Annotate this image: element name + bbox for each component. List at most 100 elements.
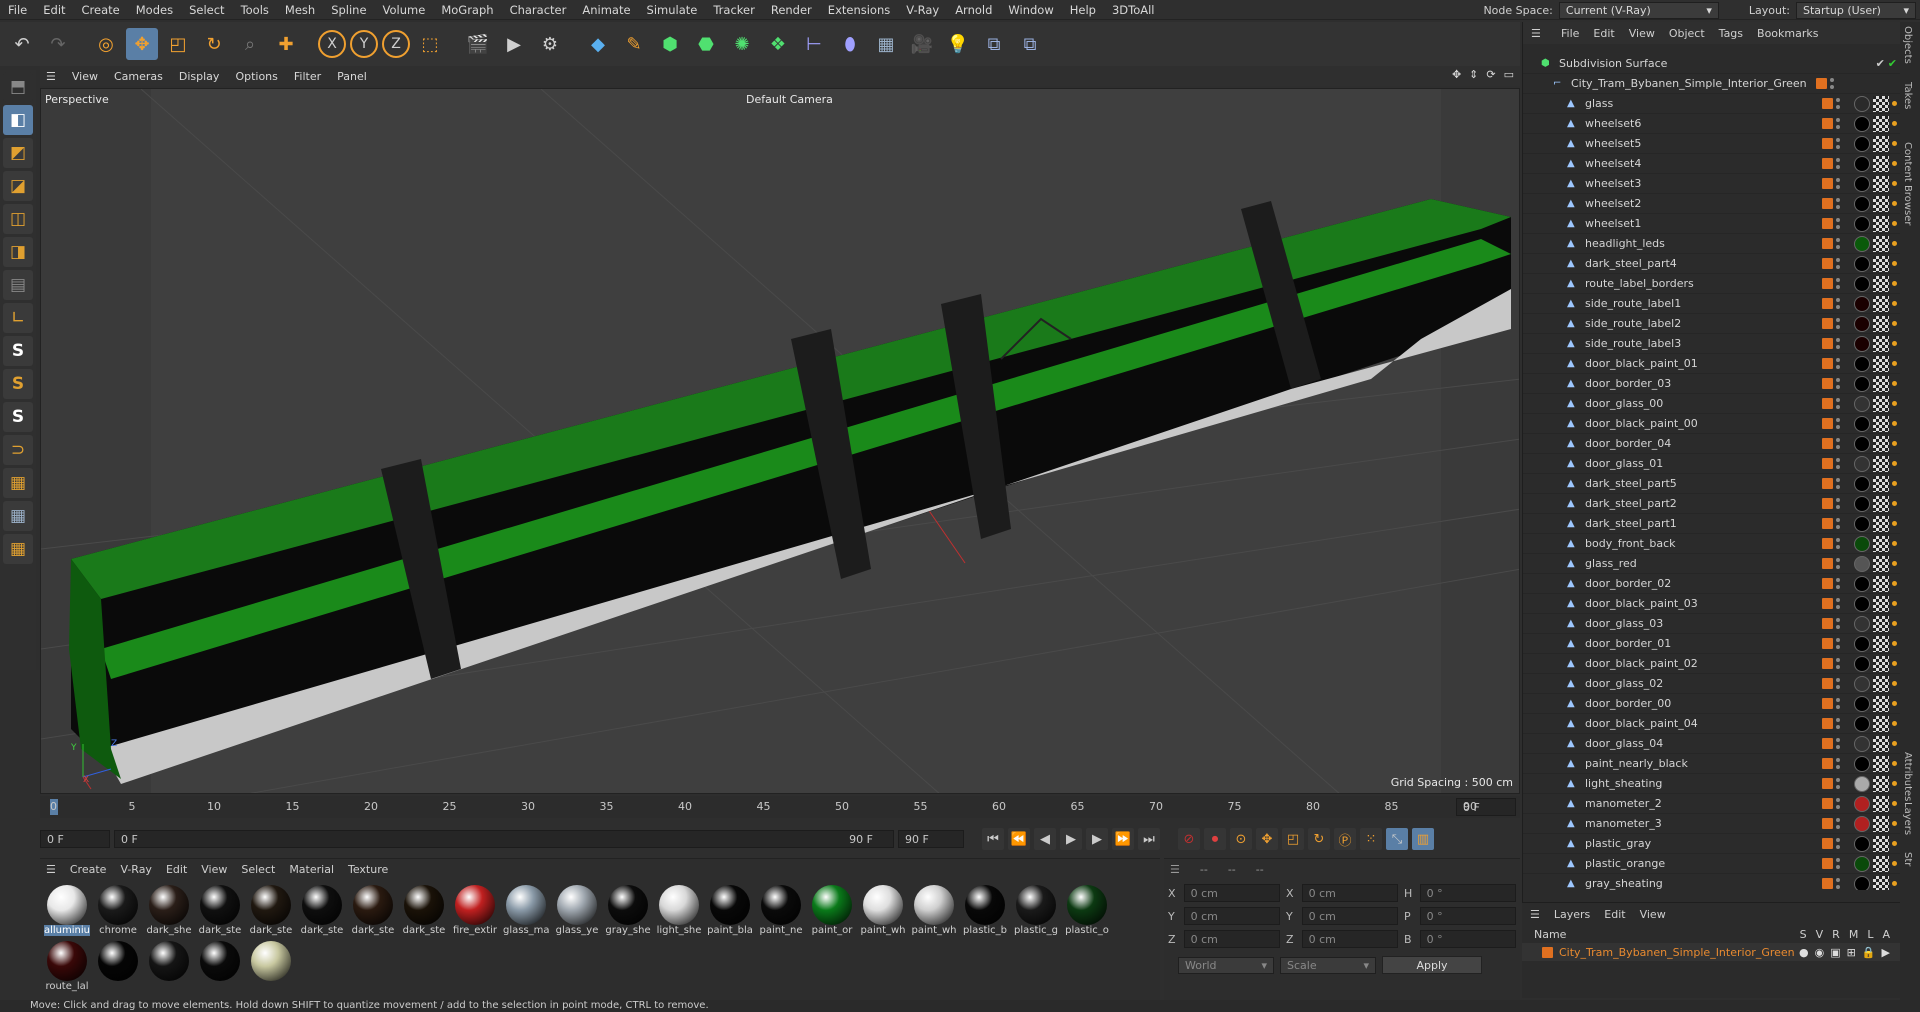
- camera-icon[interactable]: 🎥: [906, 28, 938, 60]
- menu-item-arnold[interactable]: Arnold: [947, 3, 1000, 17]
- material-tag-icon[interactable]: [1854, 715, 1870, 732]
- uvw-tag-icon[interactable]: [1873, 175, 1889, 192]
- key-scale-icon[interactable]: ◰: [1282, 828, 1304, 850]
- uvw-tag-icon[interactable]: [1873, 555, 1889, 572]
- object-row[interactable]: ▲ dark_steel_part5: [1523, 474, 1901, 494]
- menu-item-help[interactable]: Help: [1062, 3, 1104, 17]
- menu-item-file[interactable]: File: [0, 3, 35, 17]
- menu-item-vray[interactable]: V-Ray: [898, 3, 947, 17]
- visible-icon[interactable]: ◉: [1815, 946, 1825, 959]
- material-tag-icon[interactable]: [1854, 595, 1870, 612]
- layer-color[interactable]: [1822, 498, 1833, 509]
- visibility-dots[interactable]: [1836, 777, 1840, 791]
- material-swatch[interactable]: paint_or: [809, 885, 855, 936]
- visibility-dots[interactable]: [1836, 637, 1840, 651]
- uvw-tag-icon[interactable]: [1873, 215, 1889, 232]
- material-tag-icon[interactable]: [1854, 695, 1870, 712]
- object-row[interactable]: ▲ side_route_label2: [1523, 314, 1901, 334]
- phong-tag-icon[interactable]: [1892, 841, 1897, 846]
- object-menu-view[interactable]: View: [1629, 27, 1655, 40]
- phong-tag-icon[interactable]: [1892, 621, 1897, 626]
- menu-item-animate[interactable]: Animate: [574, 3, 638, 17]
- phong-tag-icon[interactable]: [1892, 781, 1897, 786]
- material-tag-icon[interactable]: [1854, 775, 1870, 792]
- uvw-tag-icon[interactable]: [1873, 275, 1889, 292]
- material-menu-select[interactable]: Select: [241, 863, 275, 876]
- layer-color[interactable]: [1822, 458, 1833, 469]
- hamburger-icon[interactable]: ☰: [46, 70, 56, 83]
- phong-tag-icon[interactable]: [1892, 861, 1897, 866]
- material-tag-icon[interactable]: [1854, 355, 1870, 372]
- material-swatch[interactable]: light_she: [656, 885, 702, 936]
- material-swatch[interactable]: paint_wh: [911, 885, 957, 936]
- material-swatch[interactable]: plastic_o: [1064, 885, 1110, 936]
- key-pla-icon[interactable]: ⁙: [1360, 828, 1382, 850]
- material-tag-icon[interactable]: [1854, 815, 1870, 832]
- uvw-tag-icon[interactable]: [1873, 875, 1889, 890]
- visibility-dots[interactable]: [1836, 157, 1840, 171]
- visibility-dots[interactable]: [1836, 797, 1840, 811]
- menu-item-simulate[interactable]: Simulate: [639, 3, 706, 17]
- object-row[interactable]: ▲ plastic_orange: [1523, 854, 1901, 874]
- phong-tag-icon[interactable]: [1892, 121, 1897, 126]
- subdivision-icon[interactable]: ⬢: [654, 28, 686, 60]
- go-to-end-icon[interactable]: ⏭: [1138, 828, 1160, 850]
- menu-item-tracker[interactable]: Tracker: [705, 3, 763, 17]
- rotate-tool-icon[interactable]: ↻: [198, 28, 230, 60]
- layer-color[interactable]: [1822, 238, 1833, 249]
- z-axis-icon[interactable]: Z: [382, 30, 410, 58]
- uvw-tag-icon[interactable]: [1873, 355, 1889, 372]
- visibility-dots[interactable]: [1836, 577, 1840, 591]
- object-row[interactable]: ▲ wheelset4: [1523, 154, 1901, 174]
- object-row[interactable]: ▲ manometer_2: [1523, 794, 1901, 814]
- material-tag-icon[interactable]: [1854, 195, 1870, 212]
- rot-h-field[interactable]: 0 °: [1419, 884, 1516, 902]
- object-row[interactable]: ▲ door_black_paint_01: [1523, 354, 1901, 374]
- x-axis-icon[interactable]: X: [318, 30, 346, 58]
- layer-color[interactable]: [1822, 798, 1833, 809]
- menu-item-mesh[interactable]: Mesh: [277, 3, 323, 17]
- material-swatch[interactable]: plastic_g: [1013, 885, 1059, 936]
- visibility-dots[interactable]: [1836, 357, 1840, 371]
- material-tag-icon[interactable]: [1854, 535, 1870, 552]
- object-row[interactable]: ▲ door_glass_04: [1523, 734, 1901, 754]
- object-row[interactable]: ▲ wheelset3: [1523, 174, 1901, 194]
- uvw-tag-icon[interactable]: [1873, 435, 1889, 452]
- layer-color[interactable]: [1822, 118, 1833, 129]
- menu-item-edit[interactable]: Edit: [35, 3, 73, 17]
- object-row[interactable]: ▲ light_sheating: [1523, 774, 1901, 794]
- select-tool-icon[interactable]: ◎: [90, 28, 122, 60]
- pos-x-field[interactable]: 0 cm: [1183, 884, 1280, 902]
- viewport-camera[interactable]: Default Camera: [746, 93, 833, 106]
- go-to-start-icon[interactable]: ⏮: [982, 828, 1004, 850]
- pos-z-field[interactable]: 0 cm: [1183, 930, 1280, 948]
- visibility-dots[interactable]: [1836, 537, 1840, 551]
- layer-color[interactable]: [1822, 258, 1833, 269]
- uvw-tag-icon[interactable]: [1873, 775, 1889, 792]
- object-row[interactable]: ▲ door_glass_02: [1523, 674, 1901, 694]
- phong-tag-icon[interactable]: [1892, 761, 1897, 766]
- uvw-tag-icon[interactable]: [1873, 135, 1889, 152]
- phong-tag-icon[interactable]: [1892, 721, 1897, 726]
- uvw-tag-icon[interactable]: [1873, 795, 1889, 812]
- layer-color[interactable]: [1822, 618, 1833, 629]
- layer-color[interactable]: [1542, 946, 1553, 958]
- visibility-dots[interactable]: [1836, 717, 1840, 731]
- uvw-tag-icon[interactable]: [1873, 235, 1889, 252]
- uvw-tag-icon[interactable]: [1873, 475, 1889, 492]
- layer-color[interactable]: [1822, 298, 1833, 309]
- uvw-tag-icon[interactable]: [1873, 635, 1889, 652]
- layer-color[interactable]: [1822, 478, 1833, 489]
- hamburger-icon[interactable]: ☰: [1531, 27, 1541, 40]
- material-swatch[interactable]: paint_wh: [860, 885, 906, 936]
- side-tab-contentbrowser[interactable]: Content Browser: [1902, 142, 1913, 225]
- layer-color[interactable]: [1822, 838, 1833, 849]
- size-x-field[interactable]: 0 cm: [1301, 884, 1398, 902]
- start-frame-field[interactable]: 0 F: [40, 830, 110, 848]
- material-swatch[interactable]: paint_ne: [758, 885, 804, 936]
- object-menu-tags[interactable]: Tags: [1719, 27, 1743, 40]
- uvw-tag-icon[interactable]: [1873, 575, 1889, 592]
- object-row[interactable]: ▲ side_route_label3: [1523, 334, 1901, 354]
- planar-workplane-icon[interactable]: ▦: [3, 534, 33, 564]
- visibility-dots[interactable]: [1836, 317, 1840, 331]
